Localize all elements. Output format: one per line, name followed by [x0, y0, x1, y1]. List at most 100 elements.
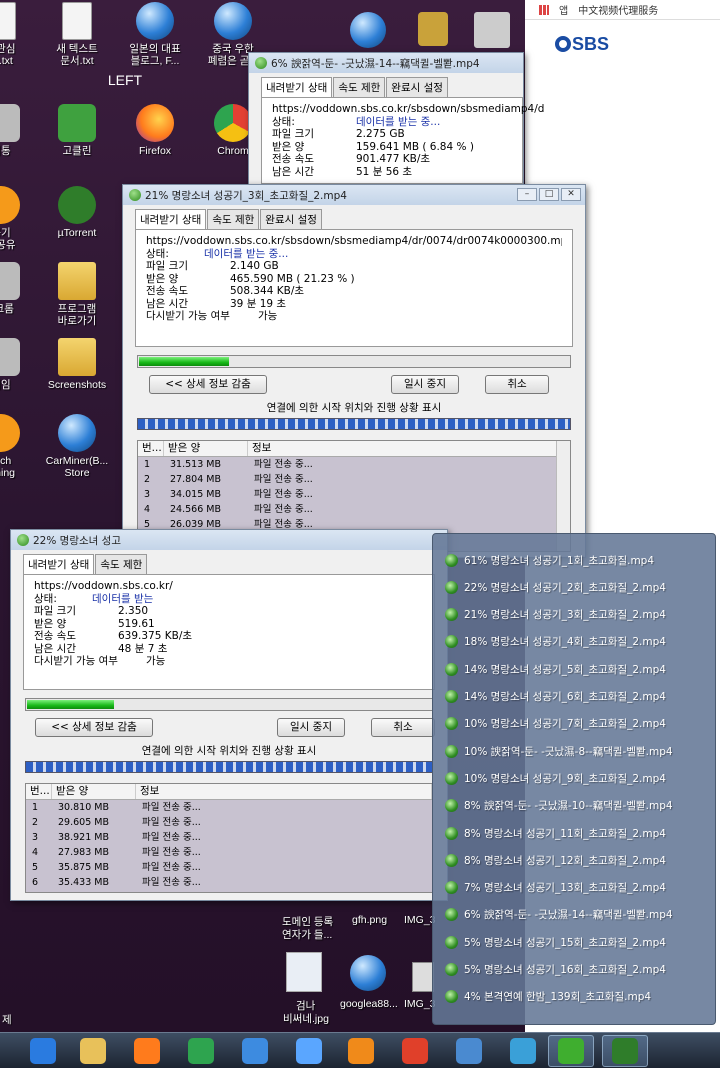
desktop-icon-carminer[interactable]: CarMiner(B... Store [40, 414, 114, 479]
hide-details-button[interactable]: << 상세 정보 감춤 [149, 375, 267, 394]
table-row[interactable]: 2 27.804 MB 파일 전송 중... [138, 472, 570, 487]
image-thumb-icon[interactable] [286, 952, 322, 992]
jumplist-item[interactable]: 18% 명랑소녀 성공기_4회_초고화질_2.mp4 [445, 632, 666, 652]
image-thumb-icon-2[interactable] [412, 962, 434, 992]
column-header-amount[interactable]: 받은 양 [52, 784, 136, 799]
download-dialog-main[interactable]: 21% 명랑소녀 성공기_3회_초고화질_2.mp4 – □ ✕ 내려받기 상태… [122, 184, 586, 558]
taskbar-button[interactable] [232, 1035, 278, 1067]
desktop-icon-screenshots[interactable]: Screenshots [40, 338, 114, 391]
taskbar-button[interactable] [178, 1035, 224, 1067]
tab-download-status[interactable]: 내려받기 상태 [261, 77, 333, 97]
jumplist-item[interactable]: 4% 본격연예 한밤_139회_초고화질.mp4 [445, 987, 651, 1007]
tab-download-status[interactable]: 내려받기 상태 [135, 209, 207, 229]
bookmark-apps[interactable]: 앱 [559, 2, 568, 17]
bookmark-proxy[interactable]: 中文视频代理服务 [578, 2, 658, 17]
desktop-icon-utorrent[interactable]: µTorrent [40, 186, 114, 239]
tab-speed-limit[interactable]: 속도 제한 [333, 77, 386, 97]
jumplist-item[interactable]: 7% 명랑소녀 성공기_13회_초고화질_2.mp4 [445, 878, 666, 898]
desktop-text-gunna-2[interactable]: 비써네.jpg [283, 1011, 329, 1026]
dialog-titlebar[interactable]: 22% 명랑소녀 성고 [11, 530, 447, 550]
desktop-icon-txt1[interactable]: ㄷ관심트.txt [0, 2, 38, 67]
jumplist-item[interactable]: 8% 諛잙역-둔- -긋났濕-10--竊댁퀼-벨뽣.mp4 [445, 796, 673, 816]
taskbar-button[interactable] [338, 1035, 384, 1067]
desktop-icon-firefox[interactable]: Firefox [118, 104, 192, 157]
tab-speed-limit[interactable]: 속도 제한 [207, 209, 260, 229]
close-button[interactable]: ✕ [561, 188, 581, 201]
table-row[interactable]: 3 34.015 MB 파일 전송 중... [138, 487, 570, 502]
desktop-icon-blog[interactable]: 일본의 대표 블로그, F... [118, 2, 192, 67]
pause-button[interactable]: 일시 중지 [391, 375, 459, 394]
cancel-button[interactable]: 취소 [485, 375, 549, 394]
table-row[interactable]: 5 35.875 MB 파일 전송 중... [26, 860, 432, 875]
table-row[interactable]: 1 30.810 MB 파일 전송 중... [26, 800, 432, 815]
jumplist-item[interactable]: 5% 명랑소녀 성공기_16회_초고화질_2.mp4 [445, 960, 666, 980]
globe-icon[interactable] [350, 955, 386, 991]
jumplist-item[interactable]: 10% 명랑소녀 성공기_9회_초고화질_2.mp4 [445, 768, 666, 788]
dialog-tabs: 내려받기 상태 속도 제한 완료시 설정 [249, 73, 523, 97]
table-row[interactable]: 4 27.983 MB 파일 전송 중... [26, 845, 432, 860]
tab-speed-limit[interactable]: 속도 제한 [95, 554, 148, 574]
table-row[interactable]: 2 29.605 MB 파일 전송 중... [26, 815, 432, 830]
desktop-text-img-1[interactable]: IMG_3 [404, 914, 436, 926]
desktop-icon-trash[interactable]: 지통 [0, 104, 38, 157]
taskbar-button[interactable] [446, 1035, 492, 1067]
jumplist-item[interactable]: 8% 명랑소녀 성공기_11회_초고화질_2.mp4 [445, 823, 666, 843]
tab-download-status[interactable]: 내려받기 상태 [23, 554, 95, 574]
sbs-logo[interactable]: SBS [555, 34, 609, 55]
taskbar-button[interactable] [548, 1035, 594, 1067]
table-row[interactable]: 1 31.513 MB 파일 전송 중... [138, 457, 570, 472]
column-header-amount[interactable]: 받은 양 [164, 441, 248, 456]
cancel-button[interactable]: 취소 [371, 718, 435, 737]
desktop-icon-game[interactable]: 게임 [0, 338, 38, 391]
desktop-icon-search[interactable]: archything [0, 414, 38, 479]
desktop-text-img-2[interactable]: IMG_3 [404, 998, 436, 1010]
jumplist-item[interactable]: 14% 명랑소녀 성공기_5회_초고화질_2.mp4 [445, 659, 666, 679]
jumplist-item[interactable]: 10% 諛잙역-둔- -긋났濕-8--竊댁퀼-벨뽣.mp4 [445, 741, 673, 761]
table-row[interactable]: 4 24.566 MB 파일 전송 중... [138, 502, 570, 517]
maximize-button[interactable]: □ [539, 188, 559, 201]
jumplist-item[interactable]: 5% 명랑소녀 성공기_15회_초고화질_2.mp4 [445, 932, 666, 952]
desktop-icon-share[interactable]: 공기유공유 [0, 186, 38, 251]
desktop-icon-crom[interactable]: - 크롬 [0, 262, 38, 315]
jumplist-item[interactable]: 8% 명랑소녀 성공기_12회_초고화질_2.mp4 [445, 850, 666, 870]
table-row[interactable]: 3 38.921 MB 파일 전송 중... [26, 830, 432, 845]
globe-icon[interactable] [350, 12, 386, 48]
key-icon[interactable] [418, 12, 448, 46]
column-header-number[interactable]: 번... [26, 784, 52, 799]
pause-button[interactable]: 일시 중지 [277, 718, 345, 737]
download-dialog-front[interactable]: 22% 명랑소녀 성고 내려받기 상태 속도 제한 https://voddow… [10, 529, 448, 901]
taskbar-button[interactable] [392, 1035, 438, 1067]
taskbar-button[interactable] [602, 1035, 648, 1067]
taskbar-button[interactable] [124, 1035, 170, 1067]
taskbar-button[interactable] [20, 1035, 66, 1067]
dialog-titlebar[interactable]: 21% 명랑소녀 성공기_3회_초고화질_2.mp4 – □ ✕ [123, 185, 585, 205]
jumplist-item[interactable]: 61% 명랑소녀 성공기_1회_초고화질.mp4 [445, 550, 654, 570]
column-header-number[interactable]: 번... [138, 441, 164, 456]
jumplist-item[interactable]: 22% 명랑소녀 성공기_2회_초고화질_2.mp4 [445, 577, 666, 597]
jumplist-item[interactable]: 21% 명랑소녀 성공기_3회_초고화질_2.mp4 [445, 605, 666, 625]
desktop-text-google[interactable]: googlea88... [340, 998, 398, 1010]
desktop-icon-txt2[interactable]: 새 텍스트 문서.txt [40, 2, 114, 67]
tab-on-complete[interactable]: 완료시 설정 [260, 209, 322, 229]
column-header-info[interactable]: 정보 [136, 784, 432, 799]
column-header-info[interactable]: 정보 [248, 441, 570, 456]
jumplist-item-label: 7% 명랑소녀 성공기_13회_초고화질_2.mp4 [464, 882, 666, 895]
taskbar-button[interactable] [286, 1035, 332, 1067]
download-dialog-back[interactable]: 6% 諛잙역-둔- -긋났濕-14--竊댁퀼-벨뽣.mp4 내려받기 상태 속도… [248, 52, 544, 200]
desktop-icon-gogreen[interactable]: 고클린 [40, 104, 114, 157]
jumplist-item[interactable]: 6% 諛잙역-둔- -긋났濕-14--竊댁퀼-벨뽣.mp4 [445, 905, 673, 925]
desktop-text-domain-2[interactable]: 연자가 들... [282, 927, 332, 942]
jumplist-item[interactable]: 14% 명랑소녀 성공기_6회_초고화질_2.mp4 [445, 687, 666, 707]
taskbar-button[interactable] [70, 1035, 116, 1067]
desktop-icon-progshort[interactable]: 프로그램 바로가기 [40, 262, 114, 327]
minimize-button[interactable]: – [517, 188, 537, 201]
table-row[interactable]: 6 35.433 MB 파일 전송 중... [26, 875, 432, 890]
jumplist-item[interactable]: 10% 명랑소녀 성공기_7회_초고화질_2.mp4 [445, 714, 666, 734]
hide-details-button[interactable]: << 상세 정보 감춤 [35, 718, 153, 737]
taskbar-button[interactable] [500, 1035, 546, 1067]
tab-on-complete[interactable]: 완료시 설정 [386, 77, 448, 97]
person-photo-icon[interactable] [474, 12, 510, 48]
dialog-titlebar[interactable]: 6% 諛잙역-둔- -긋났濕-14--竊댁퀼-벨뽣.mp4 [249, 53, 523, 73]
apps-icon[interactable] [539, 4, 549, 15]
desktop-text-gfh[interactable]: gfh.png [352, 914, 387, 926]
